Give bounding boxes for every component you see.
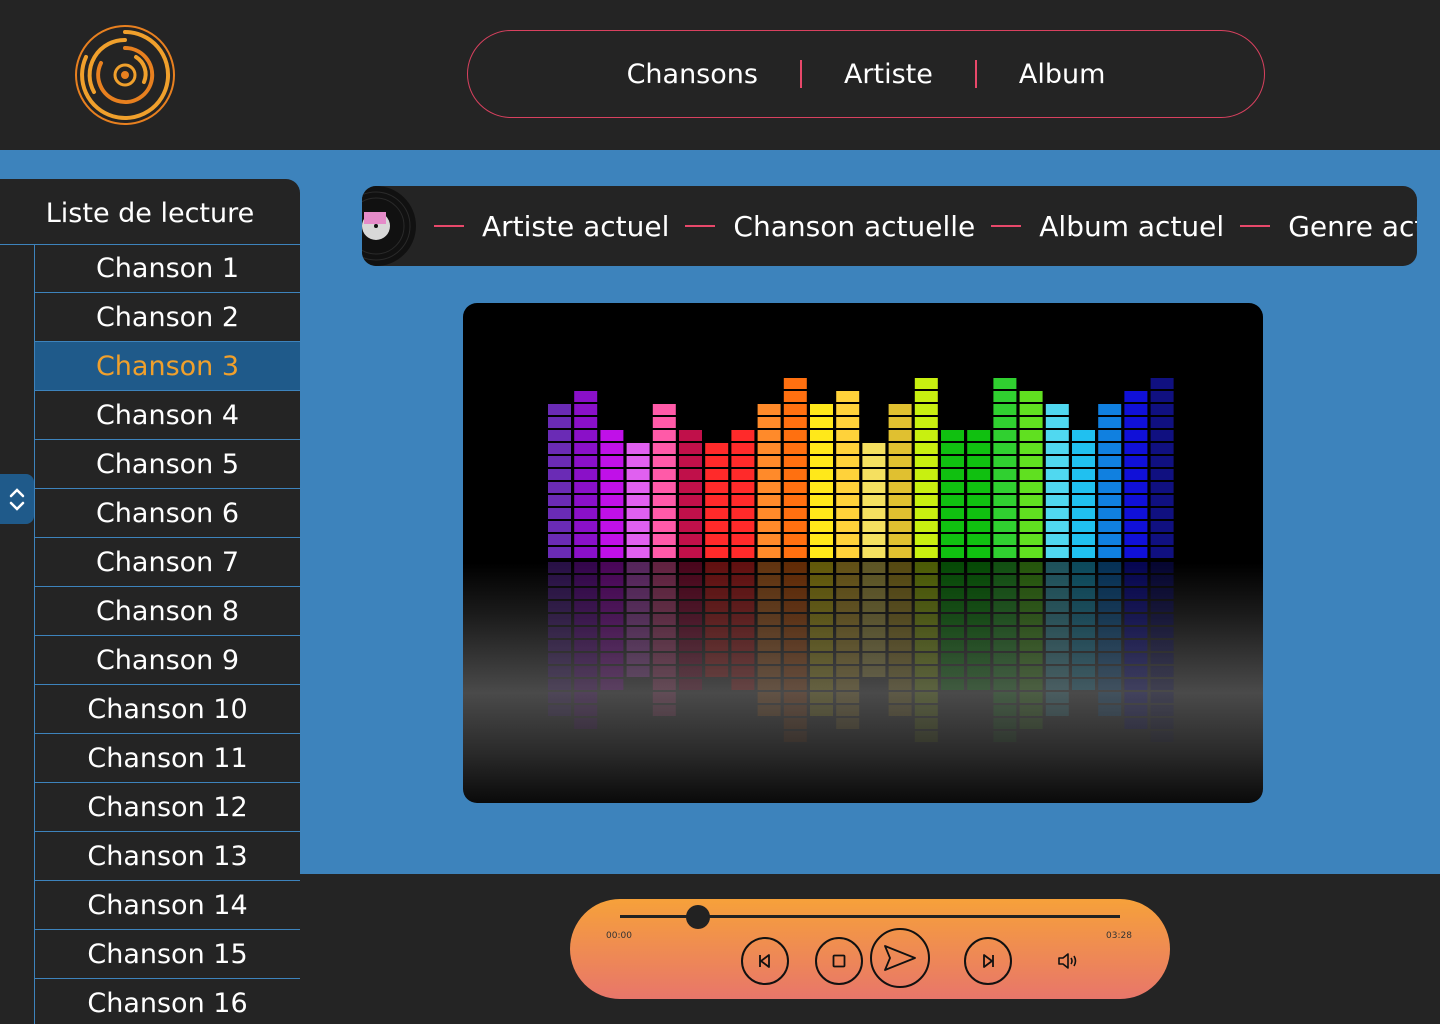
dash-divider: [1240, 225, 1271, 227]
song-list-item[interactable]: Chanson 3: [35, 342, 300, 391]
playlist-scrollbar[interactable]: [0, 244, 35, 1024]
vinyl-record-icon: [362, 186, 416, 266]
equalizer-artwork: [463, 303, 1263, 803]
genre-label: Genre actuel: [1288, 209, 1417, 243]
next-button[interactable]: [964, 937, 1012, 985]
audio-player: 00:00 03:28: [570, 899, 1170, 999]
dash-divider: [685, 225, 716, 227]
song-list-item[interactable]: Chanson 6: [35, 489, 300, 538]
play-button[interactable]: [870, 928, 930, 988]
nav-artiste[interactable]: Artiste: [802, 59, 975, 90]
volume-button[interactable]: [1056, 949, 1082, 977]
song-list-item[interactable]: Chanson 7: [35, 538, 300, 587]
song-list-item[interactable]: Chanson 1: [35, 244, 300, 293]
now-playing-genre: Genre actuel: [1224, 210, 1417, 243]
stop-button[interactable]: [815, 937, 863, 985]
vinyl-logo-icon[interactable]: [74, 24, 176, 126]
song-list-item[interactable]: Chanson 2: [35, 293, 300, 342]
song-list-item[interactable]: Chanson 16: [35, 979, 300, 1024]
time-current: 00:00: [606, 931, 632, 941]
song-list-item[interactable]: Chanson 8: [35, 587, 300, 636]
song-label: Chanson actuelle: [733, 209, 976, 243]
volume-icon: [1058, 953, 1077, 969]
now-playing-artist: Artiste actuel: [418, 210, 669, 243]
song-list-item[interactable]: Chanson 13: [35, 832, 300, 881]
skip-forward-icon: [983, 954, 994, 968]
play-icon: [884, 945, 916, 971]
song-list-item[interactable]: Chanson 10: [35, 685, 300, 734]
main-nav: Chansons Artiste Album: [467, 30, 1265, 118]
song-list: Chanson 1 Chanson 2 Chanson 3 Chanson 4 Chan…: [35, 244, 300, 1024]
song-list-item[interactable]: Chanson 5: [35, 440, 300, 489]
now-playing-bar: Artiste actuel Chanson actuelle Album ac…: [362, 186, 1417, 266]
now-playing-song: Chanson actuelle: [669, 210, 975, 243]
scroll-handle[interactable]: [0, 474, 34, 524]
song-list-item[interactable]: Chanson 9: [35, 636, 300, 685]
song-list-item[interactable]: Chanson 11: [35, 734, 300, 783]
artist-label: Artiste actuel: [482, 209, 670, 243]
song-list-item[interactable]: Chanson 4: [35, 391, 300, 440]
nav-chansons[interactable]: Chansons: [585, 59, 800, 90]
nav-album[interactable]: Album: [977, 59, 1148, 90]
chevron-up-down-icon: [9, 488, 25, 511]
playlist-panel: Liste de lecture Chanson 1 Chanson 2 Chans…: [0, 179, 300, 1024]
now-playing-album: Album actuel: [975, 210, 1224, 243]
header: Chansons Artiste Album: [0, 0, 1440, 150]
dash-divider: [434, 225, 464, 227]
playlist-title: Liste de lecture: [0, 179, 300, 245]
song-list-item[interactable]: Chanson 15: [35, 930, 300, 979]
time-total: 03:28: [1106, 931, 1132, 941]
song-list-item[interactable]: Chanson 14: [35, 881, 300, 930]
stop-icon: [832, 954, 846, 968]
equalizer-image: [548, 378, 1174, 742]
dash-divider: [991, 225, 1022, 227]
song-list-item[interactable]: Chanson 12: [35, 783, 300, 832]
album-label: Album actuel: [1039, 209, 1225, 243]
previous-button[interactable]: [741, 937, 789, 985]
skip-back-icon: [759, 954, 770, 968]
progress-knob[interactable]: [685, 905, 710, 929]
